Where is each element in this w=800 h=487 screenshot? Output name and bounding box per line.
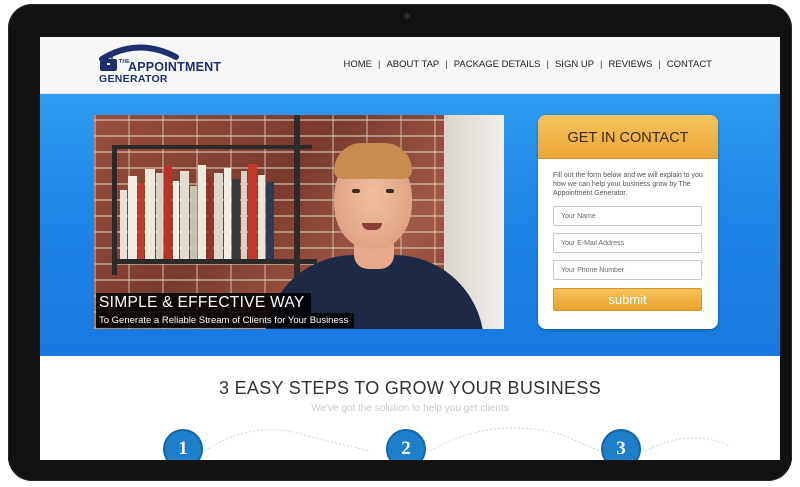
logo-appointment: APPOINTMENT: [128, 60, 222, 74]
contact-title: GET IN CONTACT: [538, 115, 718, 159]
nav-separator: |: [546, 59, 549, 70]
nav-sign-up[interactable]: SIGN UP: [553, 59, 596, 70]
nav-separator: |: [600, 59, 603, 70]
email-field[interactable]: [553, 233, 702, 253]
phone-field[interactable]: [553, 260, 702, 280]
hero-video[interactable]: SIMPLE & EFFECTIVE WAY To Generate a Rel…: [94, 115, 504, 329]
nav-home[interactable]: HOME: [342, 59, 375, 70]
video-caption-title: SIMPLE & EFFECTIVE WAY: [96, 293, 311, 314]
nav-separator: |: [378, 59, 381, 70]
contact-form: GET IN CONTACT Fill out the form below a…: [538, 115, 718, 329]
video-person-hair: [334, 143, 412, 179]
video-books: [120, 161, 300, 259]
nav-package-details[interactable]: PACKAGE DETAILS: [452, 59, 543, 70]
nav-contact[interactable]: CONTACT: [665, 59, 714, 70]
site-header: THE APPOINTMENT GENERATOR HOME | ABOUT T…: [40, 37, 780, 94]
site-logo[interactable]: THE APPOINTMENT GENERATOR: [98, 43, 238, 87]
hero-section: SIMPLE & EFFECTIVE WAY To Generate a Rel…: [40, 94, 780, 356]
video-caption-subtitle: To Generate a Reliable Stream of Clients…: [96, 313, 355, 328]
submit-button[interactable]: submit: [553, 288, 702, 311]
nav-separator: |: [445, 59, 448, 70]
contact-description: Fill out the form below and we will expl…: [553, 172, 703, 197]
steps-heading: 3 EASY STEPS TO GROW YOUR BUSINESS: [219, 378, 601, 398]
video-shelf-board: [112, 259, 317, 264]
device-frame: THE APPOINTMENT GENERATOR HOME | ABOUT T…: [8, 4, 792, 481]
name-field[interactable]: [553, 206, 702, 226]
nav-about-tap[interactable]: ABOUT TAP: [384, 59, 441, 70]
browser-screen: THE APPOINTMENT GENERATOR HOME | ABOUT T…: [40, 37, 780, 460]
logo-generator: GENERATOR: [99, 73, 168, 85]
video-person-eye: [386, 189, 394, 193]
main-nav: HOME | ABOUT TAP | PACKAGE DETAILS | SIG…: [342, 59, 715, 70]
video-person-eye: [352, 189, 360, 193]
camera-dot: [404, 13, 410, 19]
nav-reviews[interactable]: REVIEWS: [607, 59, 655, 70]
nav-separator: |: [658, 59, 661, 70]
steps-section: 3 EASY STEPS TO GROW YOUR BUSINESS We've…: [40, 356, 780, 460]
steps-subheading: We've got the solution to help you get c…: [311, 403, 509, 414]
